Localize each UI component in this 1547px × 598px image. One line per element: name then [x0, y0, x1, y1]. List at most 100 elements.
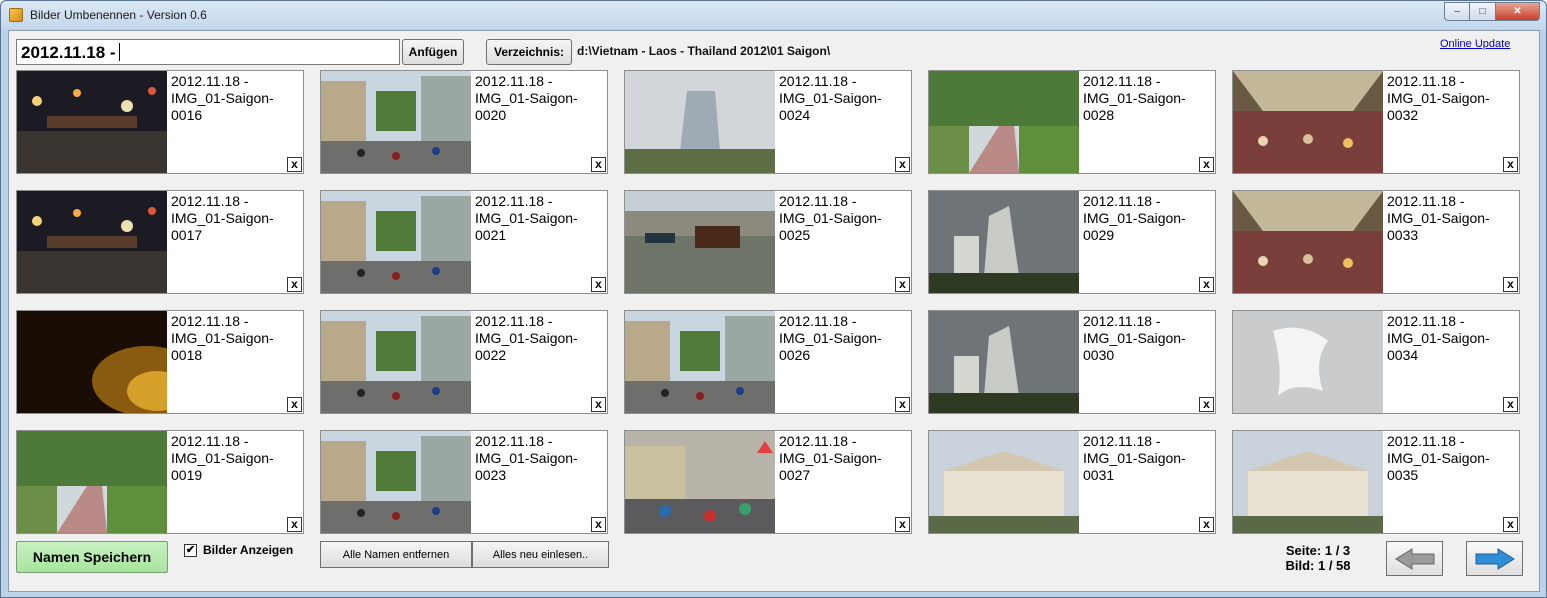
image-thumbnail[interactable] [929, 431, 1079, 533]
image-thumbnail[interactable] [1233, 311, 1383, 413]
directory-button[interactable]: Verzeichnis: [486, 39, 572, 65]
append-button[interactable]: Anfügen [402, 39, 464, 65]
page-info: Seite: 1 / 3 [1285, 543, 1351, 558]
image-thumbnail[interactable] [625, 311, 775, 413]
image-card[interactable]: 2012.11.18 - IMG_01-Saigon-0022x [320, 310, 608, 414]
delete-image-button[interactable]: x [895, 517, 910, 532]
online-update-link[interactable]: Online Update [1440, 38, 1510, 50]
image-filename[interactable]: 2012.11.18 - IMG_01-Saigon-0034 [1387, 313, 1519, 364]
image-card[interactable]: 2012.11.18 - IMG_01-Saigon-0031x [928, 430, 1216, 534]
next-page-button[interactable] [1466, 541, 1523, 576]
show-images-option[interactable]: ✔ Bilder Anzeigen [184, 543, 293, 557]
image-thumbnail[interactable] [929, 311, 1079, 413]
image-filename[interactable]: 2012.11.18 - IMG_01-Saigon-0035 [1387, 433, 1519, 484]
previous-page-button[interactable] [1386, 541, 1443, 576]
delete-image-button[interactable]: x [1199, 157, 1214, 172]
arrow-right-icon [1475, 547, 1515, 570]
image-card[interactable]: 2012.11.18 - IMG_01-Saigon-0025x [624, 190, 912, 294]
remove-all-names-button[interactable]: Alle Namen entfernen [320, 541, 472, 568]
delete-image-button[interactable]: x [895, 157, 910, 172]
image-thumbnail[interactable] [625, 191, 775, 293]
image-filename[interactable]: 2012.11.18 - IMG_01-Saigon-0026 [779, 313, 911, 364]
delete-image-button[interactable]: x [591, 397, 606, 412]
image-thumbnail[interactable] [17, 191, 167, 293]
image-card[interactable]: 2012.11.18 - IMG_01-Saigon-0027x [624, 430, 912, 534]
delete-image-button[interactable]: x [591, 517, 606, 532]
image-filename[interactable]: 2012.11.18 - IMG_01-Saigon-0018 [171, 313, 303, 364]
show-images-checkbox[interactable]: ✔ [184, 543, 197, 557]
save-names-button[interactable]: Namen Speichern [16, 541, 168, 573]
image-card[interactable]: 2012.11.18 - IMG_01-Saigon-0029x [928, 190, 1216, 294]
delete-image-button[interactable]: x [287, 397, 302, 412]
image-thumbnail[interactable] [625, 71, 775, 173]
minimize-button[interactable]: – [1444, 2, 1470, 21]
image-filename[interactable]: 2012.11.18 - IMG_01-Saigon-0016 [171, 73, 303, 124]
image-thumbnail[interactable] [17, 431, 167, 533]
image-thumbnail[interactable] [625, 431, 775, 533]
image-filename[interactable]: 2012.11.18 - IMG_01-Saigon-0024 [779, 73, 911, 124]
window-controls: – □ ✕ [1444, 2, 1540, 21]
image-card[interactable]: 2012.11.18 - IMG_01-Saigon-0023x [320, 430, 608, 534]
delete-image-button[interactable]: x [1503, 517, 1518, 532]
image-thumbnail[interactable] [1233, 431, 1383, 533]
delete-image-button[interactable]: x [591, 277, 606, 292]
image-card[interactable]: 2012.11.18 - IMG_01-Saigon-0033x [1232, 190, 1520, 294]
reload-all-button[interactable]: Alles neu einlesen.. [472, 541, 609, 568]
delete-image-button[interactable]: x [1503, 157, 1518, 172]
image-filename[interactable]: 2012.11.18 - IMG_01-Saigon-0028 [1083, 73, 1215, 124]
image-thumbnail[interactable] [321, 71, 471, 173]
delete-image-button[interactable]: x [591, 157, 606, 172]
image-filename[interactable]: 2012.11.18 - IMG_01-Saigon-0031 [1083, 433, 1215, 484]
image-thumbnail[interactable] [929, 71, 1079, 173]
delete-image-button[interactable]: x [1199, 517, 1214, 532]
image-card[interactable]: 2012.11.18 - IMG_01-Saigon-0034x [1232, 310, 1520, 414]
image-card[interactable]: 2012.11.18 - IMG_01-Saigon-0017x [16, 190, 304, 294]
image-card[interactable]: 2012.11.18 - IMG_01-Saigon-0021x [320, 190, 608, 294]
name-prefix-value: 2012.11.18 - [21, 43, 116, 62]
image-filename[interactable]: 2012.11.18 - IMG_01-Saigon-0022 [475, 313, 607, 364]
image-filename[interactable]: 2012.11.18 - IMG_01-Saigon-0021 [475, 193, 607, 244]
image-filename[interactable]: 2012.11.18 - IMG_01-Saigon-0030 [1083, 313, 1215, 364]
image-filename[interactable]: 2012.11.18 - IMG_01-Saigon-0017 [171, 193, 303, 244]
image-thumbnail[interactable] [321, 311, 471, 413]
image-thumbnail[interactable] [17, 71, 167, 173]
delete-image-button[interactable]: x [1199, 277, 1214, 292]
image-thumbnail[interactable] [929, 191, 1079, 293]
delete-image-button[interactable]: x [287, 157, 302, 172]
show-images-label: Bilder Anzeigen [203, 543, 294, 557]
image-filename[interactable]: 2012.11.18 - IMG_01-Saigon-0032 [1387, 73, 1519, 124]
image-card[interactable]: 2012.11.18 - IMG_01-Saigon-0035x [1232, 430, 1520, 534]
image-card[interactable]: 2012.11.18 - IMG_01-Saigon-0028x [928, 70, 1216, 174]
image-thumbnail[interactable] [321, 431, 471, 533]
image-filename[interactable]: 2012.11.18 - IMG_01-Saigon-0027 [779, 433, 911, 484]
maximize-button[interactable]: □ [1470, 2, 1496, 21]
title-bar[interactable]: Bilder Umbenennen - Version 0.6 – □ ✕ [1, 1, 1546, 29]
image-filename[interactable]: 2012.11.18 - IMG_01-Saigon-0020 [475, 73, 607, 124]
delete-image-button[interactable]: x [1199, 397, 1214, 412]
delete-image-button[interactable]: x [287, 517, 302, 532]
delete-image-button[interactable]: x [895, 397, 910, 412]
image-filename[interactable]: 2012.11.18 - IMG_01-Saigon-0023 [475, 433, 607, 484]
image-card[interactable]: 2012.11.18 - IMG_01-Saigon-0016x [16, 70, 304, 174]
delete-image-button[interactable]: x [287, 277, 302, 292]
image-card[interactable]: 2012.11.18 - IMG_01-Saigon-0019x [16, 430, 304, 534]
image-card[interactable]: 2012.11.18 - IMG_01-Saigon-0030x [928, 310, 1216, 414]
close-button[interactable]: ✕ [1496, 2, 1540, 21]
image-card[interactable]: 2012.11.18 - IMG_01-Saigon-0020x [320, 70, 608, 174]
name-prefix-input[interactable]: 2012.11.18 - [16, 39, 400, 65]
delete-image-button[interactable]: x [895, 277, 910, 292]
image-thumbnail[interactable] [1233, 191, 1383, 293]
image-thumbnail[interactable] [1233, 71, 1383, 173]
image-card[interactable]: 2012.11.18 - IMG_01-Saigon-0026x [624, 310, 912, 414]
image-card[interactable]: 2012.11.18 - IMG_01-Saigon-0024x [624, 70, 912, 174]
image-filename[interactable]: 2012.11.18 - IMG_01-Saigon-0025 [779, 193, 911, 244]
image-filename[interactable]: 2012.11.18 - IMG_01-Saigon-0033 [1387, 193, 1519, 244]
delete-image-button[interactable]: x [1503, 277, 1518, 292]
image-card[interactable]: 2012.11.18 - IMG_01-Saigon-0032x [1232, 70, 1520, 174]
image-filename[interactable]: 2012.11.18 - IMG_01-Saigon-0029 [1083, 193, 1215, 244]
image-filename[interactable]: 2012.11.18 - IMG_01-Saigon-0019 [171, 433, 303, 484]
image-card[interactable]: 2012.11.18 - IMG_01-Saigon-0018x [16, 310, 304, 414]
delete-image-button[interactable]: x [1503, 397, 1518, 412]
image-thumbnail[interactable] [321, 191, 471, 293]
image-thumbnail[interactable] [17, 311, 167, 413]
